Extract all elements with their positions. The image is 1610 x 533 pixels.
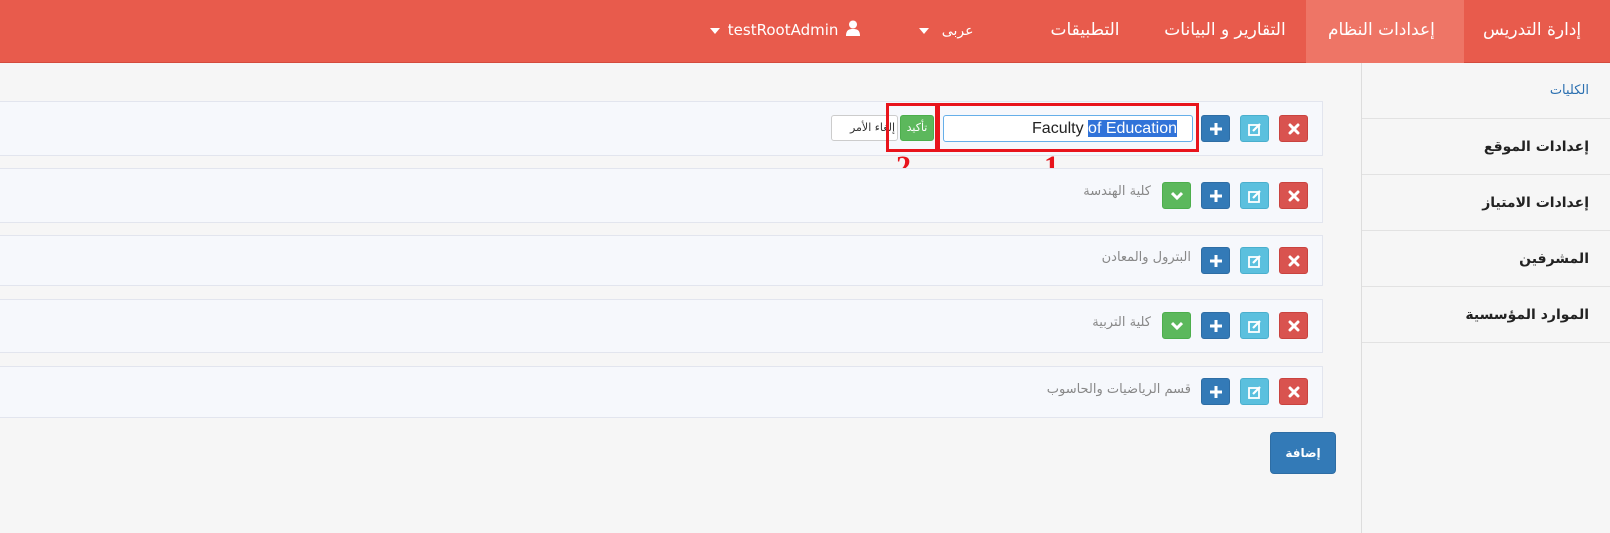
sidebar: الكليات إعدادات الموقع إعدادات الامتياز … xyxy=(1361,63,1610,533)
delete-button[interactable] xyxy=(1279,312,1308,339)
edit-button[interactable] xyxy=(1240,312,1269,339)
add-child-button[interactable] xyxy=(1201,115,1230,142)
chevron-down-icon xyxy=(919,27,929,34)
chevron-down-icon xyxy=(1170,191,1183,200)
faculty-name: قسم الرياضيات والحاسوب xyxy=(1046,382,1191,397)
add-faculty-button[interactable]: إضافة xyxy=(1270,432,1336,474)
user-icon xyxy=(846,1,861,61)
edit-icon xyxy=(1247,385,1261,399)
chevron-down-icon xyxy=(710,27,720,34)
sidebar-item-site-settings[interactable]: إعدادات الموقع xyxy=(1362,119,1610,175)
delete-button[interactable] xyxy=(1279,247,1308,274)
top-navbar: إدارة التدريس إعدادات النظام التقارير و … xyxy=(0,0,1610,63)
annotation-box-1 xyxy=(937,103,1199,152)
add-child-button[interactable] xyxy=(1201,312,1230,339)
plus-icon xyxy=(1209,189,1222,202)
faculty-name: كلية التربية xyxy=(1092,315,1151,330)
edit-button[interactable] xyxy=(1240,247,1269,274)
add-child-button[interactable] xyxy=(1201,247,1230,274)
add-child-button[interactable] xyxy=(1201,378,1230,405)
delete-button[interactable] xyxy=(1279,115,1308,142)
nav-reports-data[interactable]: التقارير و البيانات xyxy=(1150,0,1300,63)
language-label: عربى xyxy=(941,23,974,39)
user-menu[interactable]: testRootAdmin xyxy=(710,0,875,63)
delete-button[interactable] xyxy=(1279,378,1308,405)
language-dropdown[interactable]: عربى xyxy=(919,0,1009,63)
edit-button[interactable] xyxy=(1240,378,1269,405)
expand-button[interactable] xyxy=(1162,182,1191,209)
close-icon xyxy=(1288,320,1299,331)
close-icon xyxy=(1288,190,1299,201)
plus-icon xyxy=(1209,122,1222,135)
annotation-box-2 xyxy=(886,103,938,152)
sidebar-item-faculties[interactable]: الكليات xyxy=(1362,63,1610,119)
plus-icon xyxy=(1209,385,1222,398)
delete-button[interactable] xyxy=(1279,182,1308,209)
edit-icon xyxy=(1247,122,1261,136)
faculty-name: كلية الهندسة xyxy=(1083,184,1151,199)
plus-icon xyxy=(1209,319,1222,332)
sidebar-item-supervisors[interactable]: المشرفين xyxy=(1362,231,1610,287)
nav-teaching-management[interactable]: إدارة التدريس xyxy=(1465,0,1610,63)
plus-icon xyxy=(1209,254,1222,267)
nav-applications[interactable]: التطبيقات xyxy=(1025,0,1145,63)
username-label: testRootAdmin xyxy=(727,21,839,39)
faculty-name: البترول والمعادن xyxy=(1101,250,1191,265)
nav-system-settings[interactable]: إعدادات النظام xyxy=(1306,0,1464,63)
close-icon xyxy=(1288,123,1299,134)
chevron-down-icon xyxy=(1170,321,1183,330)
add-child-button[interactable] xyxy=(1201,182,1230,209)
edit-button[interactable] xyxy=(1240,182,1269,209)
close-icon xyxy=(1288,386,1299,397)
edit-button[interactable] xyxy=(1240,115,1269,142)
expand-button[interactable] xyxy=(1162,312,1191,339)
edit-icon xyxy=(1247,189,1261,203)
edit-icon xyxy=(1247,254,1261,268)
close-icon xyxy=(1288,255,1299,266)
edit-icon xyxy=(1247,319,1261,333)
sidebar-item-privilege-settings[interactable]: إعدادات الامتياز xyxy=(1362,175,1610,231)
sidebar-item-institutional-resources[interactable]: الموارد المؤسسية xyxy=(1362,287,1610,343)
